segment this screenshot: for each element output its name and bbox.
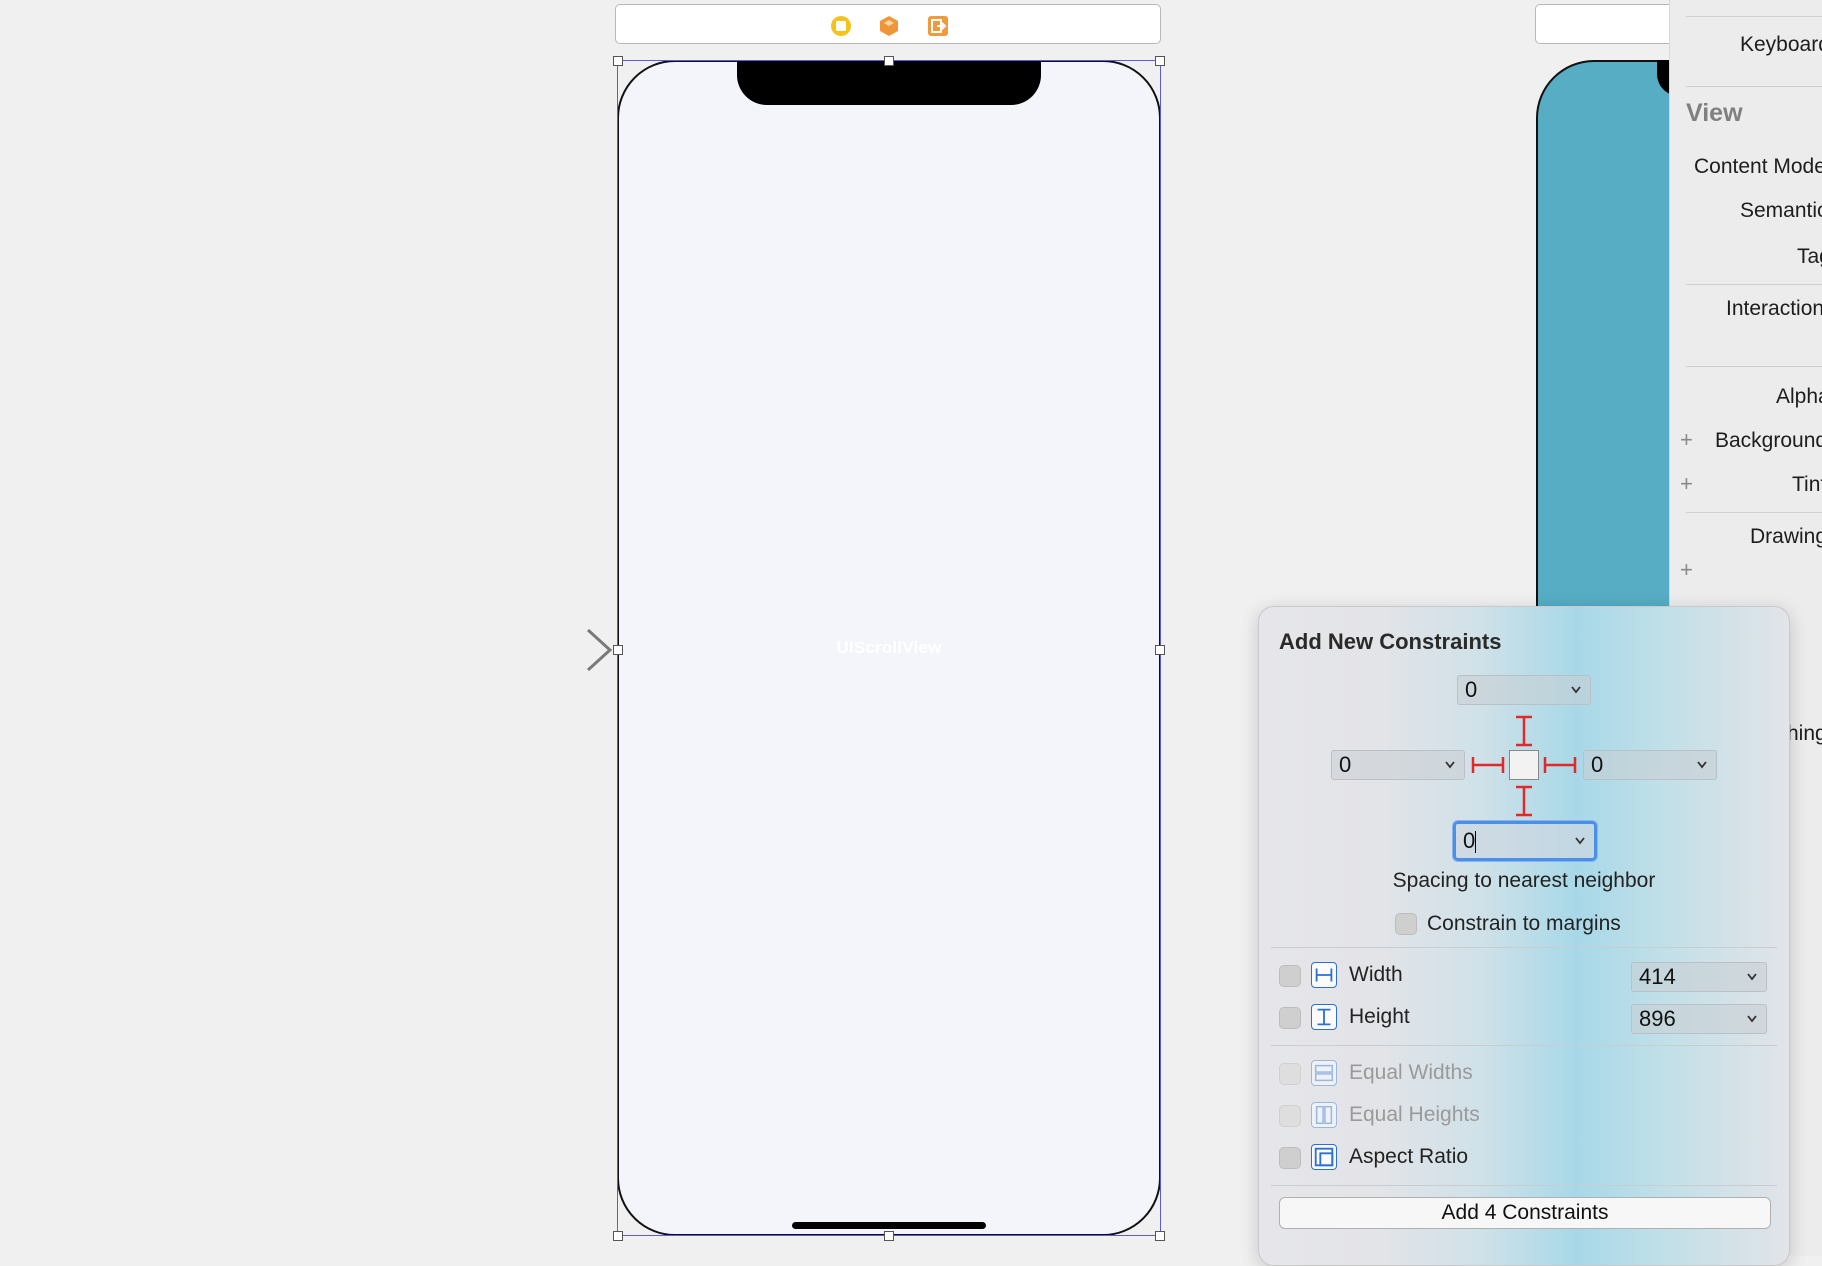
- chevron-down-icon: [1697, 761, 1707, 769]
- add-constraints-popover: Add New Constraints 0 0 0 0 Spacing to n…: [1258, 606, 1790, 1266]
- constrain-to-margins-label: Constrain to margins: [1427, 912, 1621, 935]
- resize-handle-top[interactable]: [884, 56, 894, 66]
- first-responder-icon[interactable]: [878, 15, 900, 37]
- chevron-down-icon: [1747, 973, 1757, 981]
- spacing-caption: Spacing to nearest neighbor: [1392, 869, 1656, 892]
- home-indicator: [792, 1222, 986, 1229]
- inspector-row-keyboard: Keyboard: [1740, 33, 1822, 56]
- chevron-down-icon: [1575, 837, 1585, 845]
- height-constraint-icon: [1311, 1004, 1337, 1030]
- bottom-spacing-field[interactable]: 0: [1453, 821, 1597, 861]
- resize-handle-top-right[interactable]: [1155, 56, 1165, 66]
- plus-icon[interactable]: +: [1680, 471, 1693, 497]
- inspector-row-interaction: Interaction: [1726, 297, 1822, 320]
- constraint-view-box: [1509, 750, 1539, 780]
- leading-strut-icon[interactable]: [1471, 753, 1505, 777]
- width-constraint-icon: [1311, 962, 1337, 988]
- second-scene-dock: [1535, 4, 1685, 44]
- resize-handle-left[interactable]: [613, 645, 623, 655]
- trailing-spacing-field[interactable]: 0: [1583, 750, 1717, 780]
- plus-icon[interactable]: +: [1680, 557, 1693, 583]
- inspector-row-tint: Tint: [1792, 473, 1822, 496]
- chevron-down-icon: [1445, 761, 1455, 769]
- exit-icon[interactable]: [927, 15, 949, 37]
- equal-widths-icon: [1311, 1060, 1337, 1086]
- width-label: Width: [1349, 963, 1403, 986]
- equal-widths-label: Equal Widths: [1349, 1061, 1473, 1084]
- inspector-separator: [1686, 86, 1822, 87]
- leading-spacing-field[interactable]: 0: [1331, 750, 1465, 780]
- bottom-spacing-value: 0: [1463, 828, 1476, 853]
- inspector-row-semantic: Semantic: [1740, 199, 1822, 222]
- height-value: 896: [1639, 1006, 1676, 1031]
- inspector-row-background: Background: [1715, 429, 1822, 452]
- height-checkbox[interactable]: [1279, 1007, 1301, 1029]
- chevron-down-icon: [1571, 686, 1581, 694]
- scroll-view-label: UIScrollView: [836, 638, 942, 657]
- leading-spacing-value: 0: [1339, 752, 1352, 777]
- popover-separator: [1271, 947, 1777, 948]
- aspect-ratio-icon: [1311, 1144, 1337, 1170]
- inspector-section-view[interactable]: View: [1686, 99, 1743, 128]
- equal-heights-icon: [1311, 1102, 1337, 1128]
- resize-handle-bottom-right[interactable]: [1155, 1231, 1165, 1241]
- plus-icon[interactable]: +: [1680, 427, 1693, 453]
- aspect-ratio-checkbox[interactable]: [1279, 1147, 1301, 1169]
- trailing-strut-icon[interactable]: [1543, 753, 1577, 777]
- inspector-separator: [1686, 16, 1822, 17]
- width-checkbox[interactable]: [1279, 965, 1301, 987]
- popover-separator: [1271, 1185, 1777, 1186]
- scene-dock: [615, 4, 1161, 44]
- inspector-row-drawing: Drawing: [1750, 525, 1822, 548]
- top-strut-icon[interactable]: [1512, 715, 1536, 747]
- popover-title: Add New Constraints: [1279, 629, 1502, 654]
- bottom-strut-icon[interactable]: [1512, 785, 1536, 817]
- height-label: Height: [1349, 1005, 1410, 1028]
- add-constraints-button[interactable]: Add 4 Constraints: [1279, 1197, 1771, 1229]
- inspector-separator: [1686, 284, 1822, 285]
- inspector-row-alpha: Alpha: [1776, 385, 1822, 408]
- entry-point-arrow-icon[interactable]: [484, 628, 614, 672]
- aspect-ratio-label: Aspect Ratio: [1349, 1145, 1469, 1168]
- height-value-field[interactable]: 896: [1631, 1004, 1767, 1034]
- resize-handle-top-left[interactable]: [613, 56, 623, 66]
- trailing-spacing-value: 0: [1591, 752, 1604, 777]
- constrain-to-margins-checkbox[interactable]: [1395, 913, 1417, 935]
- resize-handle-bottom-left[interactable]: [613, 1231, 623, 1241]
- equal-heights-checkbox[interactable]: [1279, 1105, 1301, 1127]
- top-spacing-value: 0: [1465, 677, 1478, 702]
- resize-handle-bottom[interactable]: [884, 1231, 894, 1241]
- width-value: 414: [1639, 964, 1676, 989]
- inspector-row-content-mode: Content Mode: [1694, 155, 1822, 178]
- device-notch: [737, 60, 1041, 105]
- inspector-separator: [1686, 366, 1822, 367]
- resize-handle-right[interactable]: [1155, 645, 1165, 655]
- top-spacing-field[interactable]: 0: [1457, 675, 1591, 705]
- chevron-down-icon: [1747, 1015, 1757, 1023]
- inspector-separator: [1686, 512, 1822, 513]
- equal-heights-label: Equal Heights: [1349, 1103, 1480, 1126]
- inspector-row-tag: Tag: [1797, 245, 1822, 268]
- width-value-field[interactable]: 414: [1631, 962, 1767, 992]
- popover-separator: [1271, 1045, 1777, 1046]
- inspector-row-partial: hing: [1787, 722, 1822, 745]
- equal-widths-checkbox[interactable]: [1279, 1063, 1301, 1085]
- view-controller-icon[interactable]: [830, 15, 852, 37]
